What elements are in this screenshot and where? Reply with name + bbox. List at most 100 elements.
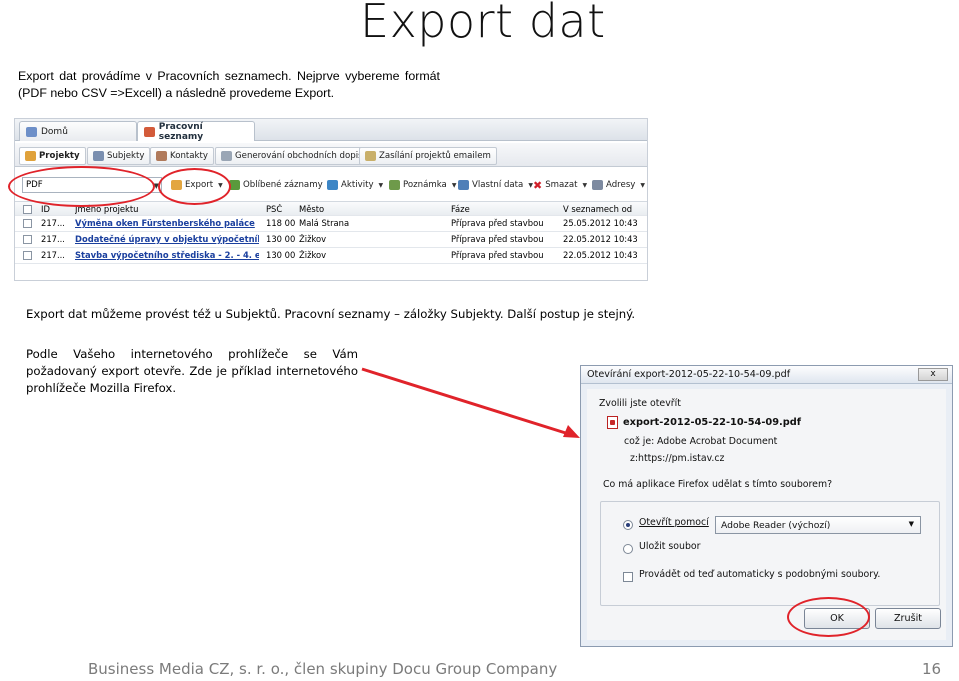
save-file-label: Uložit soubor	[639, 541, 701, 552]
app-select-value: Adobe Reader (výchozí)	[721, 520, 831, 531]
tab-contacts-label: Kontakty	[170, 151, 208, 161]
row-checkbox[interactable]	[23, 235, 32, 244]
save-file-radio[interactable]	[623, 544, 633, 554]
chevron-down-icon: ▼	[378, 181, 384, 189]
cell-city: Žižkov	[299, 250, 327, 260]
tab-contacts[interactable]: Kontakty	[150, 147, 214, 165]
addresses-label: Adresy	[606, 180, 636, 190]
ok-highlight-oval	[787, 597, 870, 637]
cell-phase: Příprava před stavbou	[451, 250, 544, 260]
table-icon	[458, 180, 469, 190]
type-label: což je:	[624, 436, 655, 447]
chevron-down-icon: ▼	[640, 181, 646, 189]
tab-letters[interactable]: Generování obchodních dopisů	[215, 147, 375, 165]
format-highlight-oval	[8, 166, 155, 207]
cell-zip: 130 00	[266, 250, 296, 260]
cell-zip: 130 00	[266, 234, 296, 244]
addresses-button[interactable]: Adresy ▼	[592, 177, 645, 193]
from-label: z:	[630, 453, 639, 464]
cell-name-link[interactable]: Stavba výpočetního střediska - 2. - 4. e…	[75, 250, 259, 260]
cell-date: 22.05.2012 10:43	[563, 250, 638, 260]
open-with-label: Otevřít pomocí	[639, 517, 709, 528]
col-city[interactable]: Město	[299, 204, 324, 214]
delete-button[interactable]: ✖ Smazat ▼	[533, 177, 587, 193]
page-title: Export dat	[360, 0, 606, 48]
note-icon	[389, 180, 400, 190]
favorites-label: Oblíbené záznamy	[243, 180, 323, 190]
tab-email[interactable]: Zasílání projektů emailem	[359, 147, 497, 165]
tab-work-lists-label: Pracovní seznamy	[158, 121, 204, 142]
subjects-note: Export dat můžeme provést též u Subjektů…	[26, 307, 636, 321]
note-label: Poznámka	[403, 180, 447, 190]
close-icon: x	[930, 369, 936, 379]
section-tab-bar: Projekty Subjekty Kontakty Generování ob…	[15, 143, 647, 167]
delete-icon: ✖	[533, 178, 543, 192]
tab-letters-label: Generování obchodních dopisů	[235, 151, 369, 161]
tab-work-lists[interactable]: Pracovní seznamy	[137, 121, 255, 142]
col-phase[interactable]: Fáze	[451, 204, 470, 214]
cell-phase: Příprava před stavbou	[451, 234, 544, 244]
row-checkbox[interactable]	[23, 251, 32, 260]
page-number: 16	[922, 660, 942, 678]
cell-city: Malá Strana	[299, 218, 350, 228]
email-icon	[365, 151, 376, 161]
auto-checkbox[interactable]	[623, 572, 633, 582]
footer-text: Business Media CZ, s. r. o., člen skupin…	[88, 660, 558, 678]
chevron-down-icon: ▼	[908, 520, 914, 528]
cell-id: 217...	[41, 250, 65, 260]
activities-button[interactable]: Aktivity ▼	[327, 177, 383, 193]
cell-date: 25.05.2012 10:43	[563, 218, 638, 228]
tab-email-label: Zasílání projektů emailem	[379, 151, 491, 161]
tab-subjects[interactable]: Subjekty	[87, 147, 151, 165]
auto-checkbox-label: Provádět od teď automaticky s podobnými …	[639, 569, 881, 580]
tab-projects-label: Projekty	[39, 151, 80, 161]
table-row[interactable]: 217... Dodatečné úpravy v objektu výpoče…	[15, 232, 647, 248]
action-group: Otevřít pomocí Adobe Reader (výchozí) ▼ …	[600, 501, 940, 606]
note-button[interactable]: Poznámka ▼	[389, 177, 456, 193]
tab-projects[interactable]: Projekty	[19, 147, 86, 165]
favorites-button[interactable]: Oblíbené záznamy ▼	[229, 177, 332, 193]
chosen-label: Zvolili jste otevřít	[599, 398, 681, 409]
contacts-icon	[156, 151, 167, 161]
chevron-down-icon: ▼	[451, 181, 457, 189]
cell-date: 22.05.2012 10:43	[563, 234, 638, 244]
cell-city: Žižkov	[299, 234, 327, 244]
table-row[interactable]: 217... Výměna oken Fürstenberského palác…	[15, 216, 647, 232]
activities-icon	[327, 180, 338, 190]
open-with-radio[interactable]	[623, 520, 633, 530]
cancel-button[interactable]: Zrušit	[875, 608, 941, 629]
custom-data-label: Vlastní data	[472, 180, 524, 190]
col-zip[interactable]: PSČ	[266, 204, 282, 214]
row-checkbox[interactable]	[23, 219, 32, 228]
custom-data-button[interactable]: Vlastní data ▼	[458, 177, 533, 193]
cell-name-link[interactable]: Dodatečné úpravy v objektu výpočetníh...	[75, 234, 259, 244]
activities-label: Aktivity	[341, 180, 374, 190]
chevron-down-icon: ▼	[582, 181, 588, 189]
table-row[interactable]: 217... Stavba výpočetního střediska - 2.…	[15, 248, 647, 264]
close-button[interactable]: x	[918, 368, 948, 381]
file-name: export-2012-05-22-10-54-09.pdf	[623, 417, 802, 428]
home-icon	[26, 126, 37, 137]
cell-name-link[interactable]: Výměna oken Fürstenberského paláce	[75, 218, 259, 228]
pointer-arrow	[361, 367, 580, 438]
from-value: https://pm.istav.cz	[638, 453, 725, 464]
tab-home[interactable]: Domů	[19, 121, 137, 141]
projects-icon	[25, 151, 36, 161]
type-value: Adobe Acrobat Document	[657, 436, 778, 447]
cell-id: 217...	[41, 234, 65, 244]
intro-paragraph: Export dat provádíme v Pracovních seznam…	[18, 69, 440, 100]
delete-label: Smazat	[545, 180, 578, 190]
col-in-list[interactable]: V seznamech od	[563, 204, 632, 214]
list-icon	[144, 126, 155, 137]
select-all-checkbox[interactable]	[23, 205, 32, 214]
dialog-title: Otevírání export-2012-05-22-10-54-09.pdf	[587, 369, 791, 380]
firefox-open-dialog: Otevírání export-2012-05-22-10-54-09.pdf…	[580, 365, 953, 647]
col-id[interactable]: ID	[41, 204, 50, 214]
app-select[interactable]: Adobe Reader (výchozí) ▼	[715, 516, 921, 534]
addresses-icon	[592, 180, 603, 190]
pdf-icon	[607, 416, 618, 429]
subjects-icon	[93, 151, 104, 161]
projects-table: ID Jméno projektu PSČ Město Fáze V sezna…	[15, 201, 647, 264]
top-tab-bar: Domů Pracovní seznamy	[15, 119, 647, 142]
dialog-body: Zvolili jste otevřít export-2012-05-22-1…	[587, 389, 946, 640]
